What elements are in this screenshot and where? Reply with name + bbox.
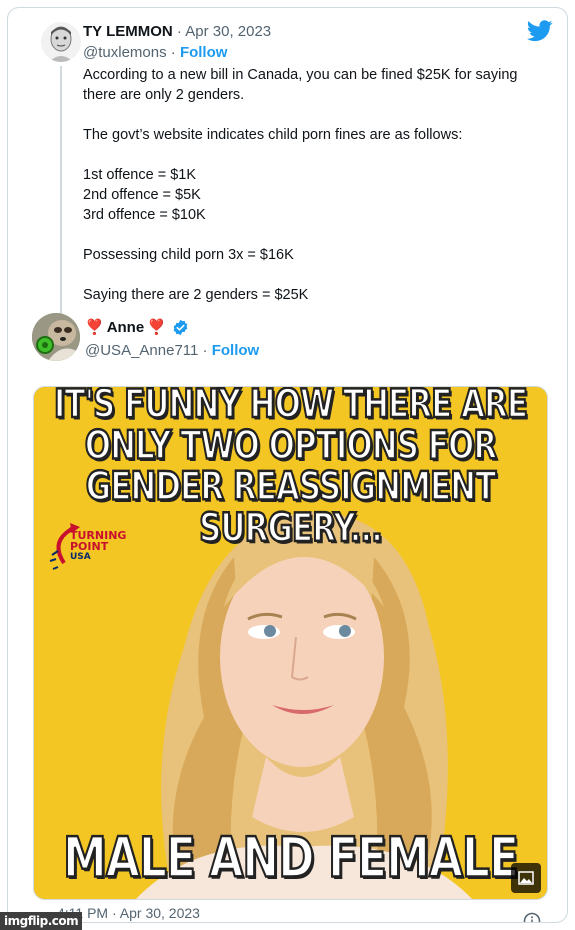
quoted-author-row: TY LEMMON · Apr 30, 2023 bbox=[83, 23, 271, 40]
separator-dot: · bbox=[176, 23, 182, 40]
follow-anne-button[interactable]: Follow bbox=[212, 342, 260, 359]
tweet-text-line: 3rd offence = $10K bbox=[83, 207, 206, 223]
tweet-text-line: 2nd offence = $5K bbox=[83, 187, 201, 203]
separator-dot: · bbox=[202, 342, 208, 359]
ty-lemmon-avatar[interactable] bbox=[41, 22, 81, 62]
quoted-handle-row: @tuxlemons · Follow bbox=[83, 44, 227, 61]
twitter-bird-icon[interactable] bbox=[527, 20, 553, 42]
tweet-text-spacer bbox=[83, 145, 543, 165]
turning-point-logo-text: TURNING POINT USA bbox=[70, 530, 126, 563]
tweet-text-line: The govt’s website indicates child porn … bbox=[83, 127, 463, 143]
tweet-text-line: 1st offence = $1K bbox=[83, 167, 196, 183]
tweet-text-spacer bbox=[83, 265, 543, 285]
reply-handle[interactable]: @USA_Anne711 bbox=[85, 342, 198, 359]
reply-handle-row: @USA_Anne711 · Follow bbox=[85, 342, 259, 359]
quoted-handle[interactable]: @tuxlemons bbox=[83, 44, 167, 61]
heart-emoji-right: ❣️ bbox=[147, 319, 166, 336]
heart-emoji-left: ❣️ bbox=[85, 319, 104, 336]
imgflip-watermark: imgflip.com bbox=[0, 912, 83, 930]
quoted-tweet-text: According to a new bill in Canada, you c… bbox=[83, 65, 543, 305]
quoted-date[interactable]: Apr 30, 2023 bbox=[185, 23, 271, 40]
tweet-card: TY LEMMON · Apr 30, 2023 @tuxlemons · Fo… bbox=[7, 7, 568, 923]
anne-avatar[interactable] bbox=[32, 313, 80, 361]
image-alt-icon[interactable] bbox=[511, 863, 541, 893]
thread-line bbox=[60, 66, 62, 316]
info-icon[interactable] bbox=[523, 912, 541, 923]
reply-display-name[interactable]: Anne bbox=[107, 319, 145, 336]
logo-line-3: USA bbox=[70, 552, 91, 562]
separator-dot: · bbox=[170, 44, 176, 61]
reply-author-row: ❣️ Anne ❣️ bbox=[85, 318, 189, 336]
quoted-display-name[interactable]: TY LEMMON bbox=[83, 23, 173, 40]
meme-bottom-caption: Male and female bbox=[62, 826, 520, 891]
tweet-text-line: According to a new bill in Canada, you c… bbox=[83, 67, 518, 83]
tweet-text-line: there are only 2 genders. bbox=[83, 87, 245, 103]
verified-badge-icon[interactable] bbox=[172, 319, 189, 336]
tweet-text-spacer bbox=[83, 105, 543, 125]
tweet-text-line: Possessing child porn 3x = $16K bbox=[83, 247, 294, 263]
meme-image[interactable]: It's funny how there are only two option… bbox=[33, 386, 548, 900]
tweet-text-spacer bbox=[83, 225, 543, 245]
tweet-text-line: Saying there are 2 genders = $25K bbox=[83, 287, 309, 303]
logo-line-2: POINT bbox=[70, 540, 109, 553]
follow-tuxlemons-button[interactable]: Follow bbox=[180, 44, 228, 61]
